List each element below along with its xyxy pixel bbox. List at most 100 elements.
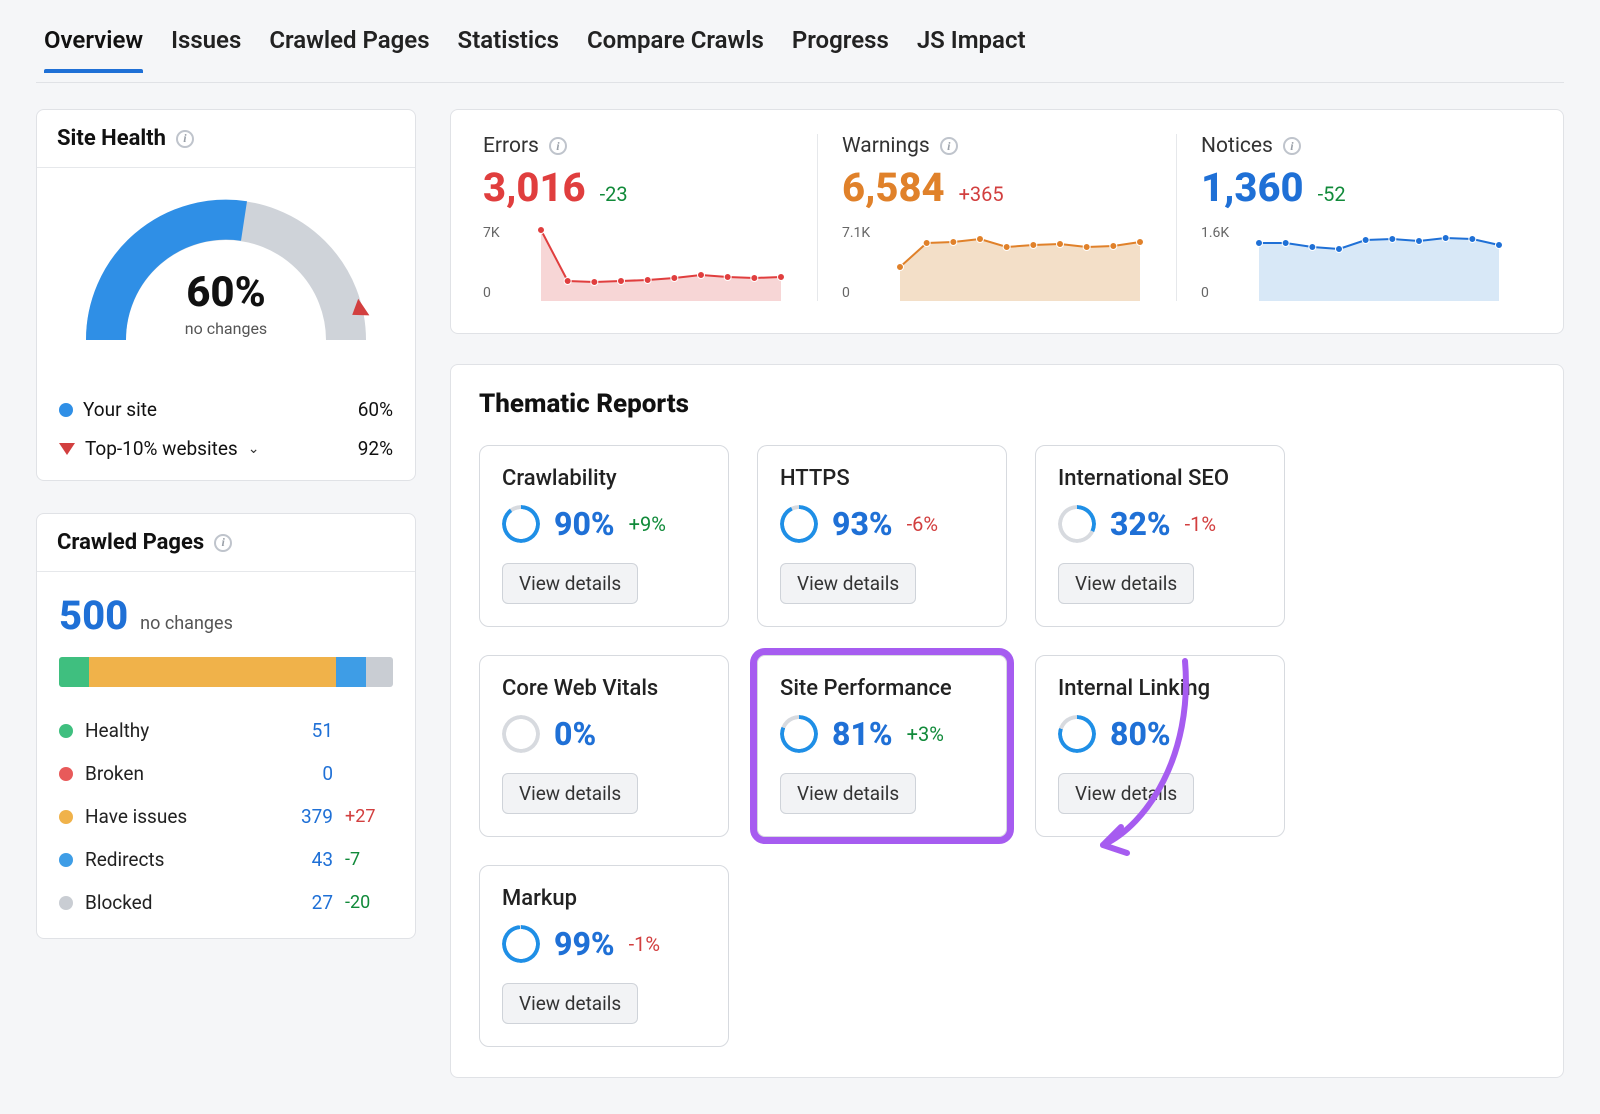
legend-dot-icon	[59, 403, 73, 417]
tab-progress[interactable]: Progress	[792, 20, 889, 72]
thematic-card-internal-linking: Internal Linking80%View details	[1035, 655, 1285, 837]
crawled-pages-delta: -20	[345, 892, 393, 913]
thematic-card-delta: -1%	[629, 932, 660, 956]
progress-ring-icon	[502, 505, 540, 543]
metric-errors[interactable]: Errorsi 3,016 -23 7K 0	[479, 134, 818, 301]
site-health-legend-row[interactable]: Top-10% websites⌄92%	[59, 429, 393, 468]
metric-value: 1,360	[1201, 164, 1304, 211]
thematic-card-percent: 90%	[554, 505, 615, 543]
view-details-button[interactable]: View details	[502, 563, 638, 604]
tab-compare-crawls[interactable]: Compare Crawls	[587, 20, 764, 72]
thematic-card-title: Internal Linking	[1058, 676, 1262, 701]
crawled-pages-label: Blocked	[85, 891, 277, 914]
crawled-pages-row[interactable]: Redirects 43 -7	[59, 838, 393, 881]
thematic-card-percent: 99%	[554, 925, 615, 963]
info-icon[interactable]: i	[214, 534, 232, 552]
crawled-pages-row[interactable]: Blocked 27 -20	[59, 881, 393, 924]
crawled-pages-delta: +27	[345, 806, 393, 827]
gauge-percent: 60%	[76, 268, 376, 317]
thematic-card-title: HTTPS	[780, 466, 984, 491]
legend-dot-icon	[59, 724, 73, 738]
thematic-card-percent: 32%	[1110, 505, 1171, 543]
metric-delta: -23	[600, 182, 628, 206]
chevron-down-icon[interactable]: ⌄	[248, 441, 260, 457]
crawled-pages-row[interactable]: Broken 0	[59, 752, 393, 795]
thematic-reports-card: Thematic Reports Crawlability90%+9%View …	[450, 364, 1564, 1078]
spark-y-high: 1.6K	[1201, 225, 1229, 241]
progress-ring-icon	[1058, 715, 1096, 753]
crawled-pages-label: Redirects	[85, 848, 277, 871]
thematic-card-markup: Markup 99% -1% View details	[479, 865, 729, 1047]
metric-title: Errors	[483, 134, 539, 158]
tab-issues[interactable]: Issues	[171, 20, 241, 72]
crawled-pages-row[interactable]: Have issues379+27	[59, 795, 393, 838]
crawled-pages-row[interactable]: Healthy51	[59, 709, 393, 752]
spark-y-low: 0	[842, 285, 850, 301]
metric-sparkline: 7K 0	[483, 225, 793, 301]
crawled-pages-title: Crawled Pages	[57, 530, 204, 555]
tab-overview[interactable]: Overview	[44, 20, 143, 72]
thematic-card-title: International SEO	[1058, 466, 1262, 491]
tab-js-impact[interactable]: JS Impact	[917, 20, 1026, 72]
progress-ring-icon	[1058, 505, 1096, 543]
stackbar-segment-have-issues[interactable]	[89, 657, 336, 687]
metric-delta: +365	[959, 182, 1004, 206]
thematic-card-https: HTTPS93%-6%View details	[757, 445, 1007, 627]
view-details-button[interactable]: View details	[502, 983, 638, 1024]
spark-y-low: 0	[1201, 285, 1209, 301]
legend-dot-icon	[59, 896, 73, 910]
crawled-pages-total: 500	[59, 592, 128, 639]
crawled-pages-value: 379	[289, 805, 333, 828]
view-details-button[interactable]: View details	[1058, 563, 1194, 604]
legend-dot-icon	[59, 767, 73, 781]
thematic-card-title: Markup	[502, 886, 706, 911]
crawled-pages-subtext: no changes	[140, 613, 233, 634]
thematic-card-delta: +3%	[907, 722, 944, 746]
thematic-reports-title: Thematic Reports	[451, 365, 1563, 431]
crawled-pages-value: 43	[289, 848, 333, 871]
legend-dot-icon	[59, 810, 73, 824]
top-metrics-card: Errorsi3,016-237K0Warningsi6,584+3657.1K…	[450, 109, 1564, 334]
view-details-button[interactable]: View details	[502, 773, 638, 814]
legend-label: Your site	[83, 398, 157, 421]
metric-notices[interactable]: Noticesi1,360-521.6K0	[1177, 134, 1535, 301]
legend-label: Top-10% websites	[85, 437, 238, 460]
view-details-button[interactable]: View details	[1058, 773, 1194, 814]
site-health-gauge: 60% no changes	[76, 190, 376, 360]
gauge-subtext: no changes	[76, 319, 376, 338]
view-details-button[interactable]: View details	[780, 773, 916, 814]
metric-value: 3,016	[483, 164, 586, 211]
metric-value: 6,584	[842, 164, 945, 211]
legend-triangle-icon	[59, 443, 75, 455]
stackbar-segment-healthy[interactable]	[59, 657, 89, 687]
crawled-pages-label: Broken	[85, 762, 277, 785]
stackbar-segment-redirects[interactable]	[336, 657, 366, 687]
thematic-card-percent: 0%	[554, 715, 596, 753]
site-health-legend-row: Your site60%	[59, 390, 393, 429]
info-icon[interactable]: i	[1283, 137, 1301, 155]
progress-ring-icon	[502, 715, 540, 753]
info-icon[interactable]: i	[176, 130, 194, 148]
metric-sparkline: 7.1K0	[842, 225, 1152, 301]
spark-y-low: 0	[483, 285, 491, 301]
crawled-pages-delta: -7	[345, 849, 393, 870]
spark-y-high: 7K	[483, 225, 500, 241]
view-details-button[interactable]: View details	[780, 563, 916, 604]
metric-warnings[interactable]: Warningsi6,584+3657.1K0	[818, 134, 1177, 301]
crawled-pages-value: 0	[289, 762, 333, 785]
crawled-pages-card: Crawled Pages i 500 no changes Healthy51…	[36, 513, 416, 939]
thematic-card-title: Site Performance	[780, 676, 984, 701]
thematic-card-percent: 93%	[832, 505, 893, 543]
tab-statistics[interactable]: Statistics	[458, 20, 559, 72]
progress-ring-icon	[780, 715, 818, 753]
thematic-card-percent: 81%	[832, 715, 893, 753]
stackbar-segment-blocked[interactable]	[366, 657, 393, 687]
info-icon[interactable]: i	[549, 137, 567, 155]
tab-crawled-pages[interactable]: Crawled Pages	[269, 20, 429, 72]
thematic-card-core-web-vitals: Core Web Vitals 0% View details	[479, 655, 729, 837]
info-icon[interactable]: i	[940, 137, 958, 155]
thematic-card-title: Core Web Vitals	[502, 676, 706, 701]
crawled-pages-value: 27	[289, 891, 333, 914]
site-health-title: Site Health	[57, 126, 166, 151]
site-health-card: Site Health i 60% no changes	[36, 109, 416, 481]
